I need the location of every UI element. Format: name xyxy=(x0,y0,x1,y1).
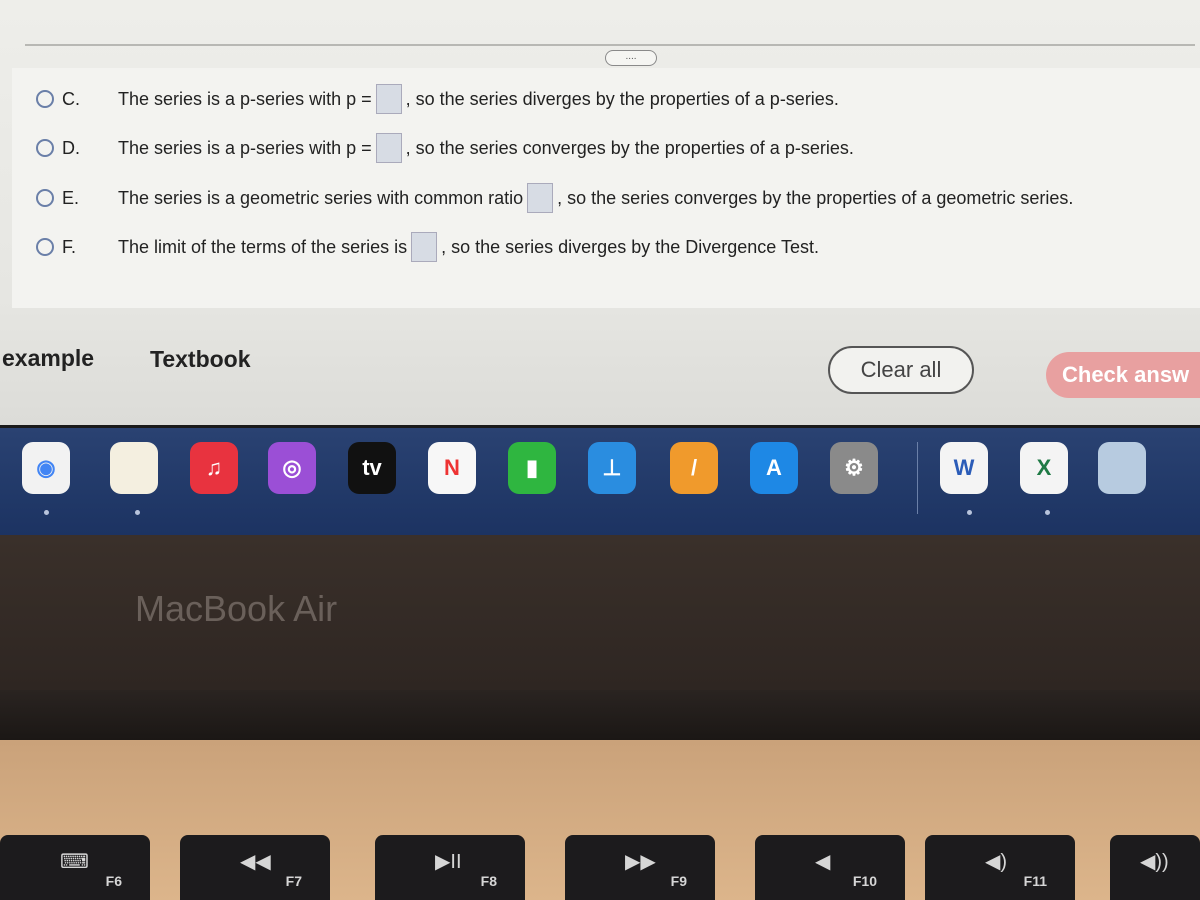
dock-separator xyxy=(917,442,918,514)
key-symbol-icon: ⌨ xyxy=(60,851,89,873)
option-letter: E. xyxy=(62,187,80,208)
key-f8[interactable]: ▶II F8 xyxy=(375,835,525,900)
app-store-icon[interactable]: A xyxy=(750,442,798,494)
tv-icon[interactable]: tv xyxy=(348,442,396,494)
answer-input[interactable] xyxy=(411,232,438,262)
music-icon[interactable]: ♫ xyxy=(190,442,238,494)
answer-input[interactable] xyxy=(527,183,554,213)
key-label: F7 xyxy=(285,873,302,889)
key-f7[interactable]: ◀◀ F7 xyxy=(180,835,330,900)
brand-label: MacBook Air xyxy=(135,588,338,629)
option-c[interactable]: C. The series is a p-series with p = , s… xyxy=(36,84,839,114)
radio-button[interactable] xyxy=(36,238,54,256)
answer-input[interactable] xyxy=(375,84,402,114)
divider xyxy=(25,44,1195,46)
hinge xyxy=(0,690,1200,740)
option-text: The series is a p-series with p = xyxy=(118,88,372,109)
chrome-icon[interactable]: ◉ xyxy=(22,442,70,494)
check-answer-button[interactable]: Check answ xyxy=(1046,352,1200,398)
key-label: F9 xyxy=(670,873,687,889)
option-letter: F. xyxy=(62,236,77,257)
key-symbol-icon: ◀◀ xyxy=(240,851,271,873)
news-icon[interactable]: N xyxy=(428,442,476,494)
option-e[interactable]: E. The series is a geometric series with… xyxy=(36,183,1073,213)
option-text: , so the series converges by the propert… xyxy=(405,137,854,158)
option-text: , so the series converges by the propert… xyxy=(557,187,1074,208)
key-symbol-icon: ▶▶ xyxy=(625,851,656,873)
key-symbol-icon: ◀)) xyxy=(1140,851,1169,873)
radio-button[interactable] xyxy=(36,139,54,157)
notes-running-indicator xyxy=(135,510,140,515)
notes-icon[interactable] xyxy=(110,442,158,494)
textbook-link[interactable]: Textbook xyxy=(150,346,251,373)
option-text: The series is a geometric series with co… xyxy=(118,187,524,208)
browser-screen: .... C. The series is a p-series with p … xyxy=(0,0,1200,425)
answer-input[interactable] xyxy=(375,133,402,163)
podcasts-icon[interactable]: ◎ xyxy=(268,442,316,494)
clear-all-button[interactable]: Clear all xyxy=(828,346,974,394)
key-symbol-icon: ◀ xyxy=(815,851,831,873)
key-f10[interactable]: ◀ F10 xyxy=(755,835,905,900)
option-text: The limit of the terms of the series is xyxy=(118,236,408,257)
key-label: F6 xyxy=(105,873,122,889)
more-button[interactable]: .... xyxy=(605,50,657,66)
key-f11[interactable]: ◀) F11 xyxy=(925,835,1075,900)
key-symbol-icon: ▶II xyxy=(435,851,462,873)
option-text: The series is a p-series with p = xyxy=(118,137,372,158)
option-d[interactable]: D. The series is a p-series with p = , s… xyxy=(36,133,854,163)
word-running-indicator xyxy=(967,510,972,515)
system-preferences-icon[interactable]: ⚙ xyxy=(830,442,878,494)
word-icon[interactable]: W xyxy=(940,442,988,494)
excel-icon[interactable]: X xyxy=(1020,442,1068,494)
numbers-icon[interactable]: ▮ xyxy=(508,442,556,494)
key-label: F10 xyxy=(852,873,877,889)
key-symbol-icon: ◀) xyxy=(985,851,1008,873)
example-link[interactable]: example xyxy=(2,345,94,372)
pages-icon[interactable]: / xyxy=(670,442,718,494)
preview-icon[interactable] xyxy=(1098,442,1146,494)
option-letter: C. xyxy=(62,88,80,109)
chrome-running-indicator xyxy=(44,510,49,515)
key-label: F11 xyxy=(1023,873,1047,889)
option-letter: D. xyxy=(62,137,80,158)
keynote-icon[interactable]: ⊥ xyxy=(588,442,636,494)
radio-button[interactable] xyxy=(36,90,54,108)
excel-running-indicator xyxy=(1045,510,1050,515)
radio-button[interactable] xyxy=(36,189,54,207)
key-label: F8 xyxy=(480,873,497,889)
option-text: , so the series diverges by the Divergen… xyxy=(441,236,819,257)
key-f6[interactable]: ⌨ F6 xyxy=(0,835,150,900)
option-f[interactable]: F. The limit of the terms of the series … xyxy=(36,232,819,262)
option-text: , so the series diverges by the properti… xyxy=(405,88,839,109)
dock: ◉ ♫ ◎ tv N ▮ ⊥ / A ⚙ W X xyxy=(0,425,1200,535)
key-volume-up[interactable]: ◀)) xyxy=(1110,835,1200,900)
key-f9[interactable]: ▶▶ F9 xyxy=(565,835,715,900)
